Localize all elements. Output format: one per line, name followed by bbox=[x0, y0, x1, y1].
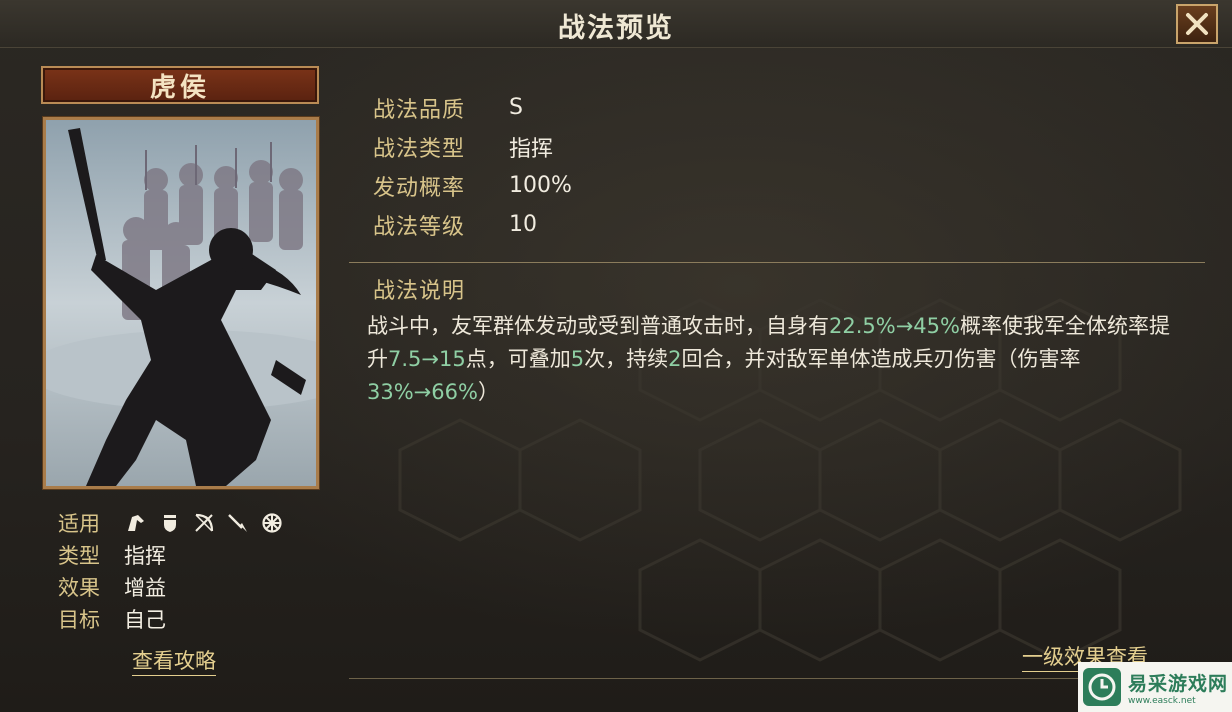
bottom-divider bbox=[349, 678, 1205, 679]
stat-row-quality: 战法品质 S bbox=[373, 88, 572, 127]
cavalry-icon bbox=[124, 511, 148, 535]
prop-key: 类型 bbox=[58, 544, 100, 568]
desc-highlight: 22.5%→45% bbox=[829, 314, 960, 338]
desc-highlight: 7.5→15 bbox=[388, 347, 466, 371]
skill-name: 虎侯 bbox=[149, 72, 210, 103]
close-icon bbox=[1186, 13, 1208, 35]
skill-props: 适用 类型 指挥 效果 增益 目标 自己 bbox=[58, 507, 284, 635]
divider bbox=[349, 262, 1205, 263]
description-text: 战斗中，友军群体发动或受到普通攻击时，自身有22.5%→45%概率使我军全体统率… bbox=[367, 310, 1187, 409]
watermark-logo-icon bbox=[1083, 668, 1121, 706]
stat-value: S bbox=[509, 95, 523, 120]
spear-icon bbox=[226, 511, 250, 535]
prop-key: 目标 bbox=[58, 608, 100, 632]
shield-icon bbox=[158, 511, 182, 535]
stat-value: 指挥 bbox=[509, 136, 554, 162]
prop-value: 自己 bbox=[124, 608, 166, 632]
prop-row-applicable: 适用 bbox=[58, 507, 284, 539]
applicable-icons bbox=[124, 511, 284, 535]
skill-name-plate: 虎侯 bbox=[41, 66, 319, 104]
desc-part: 回合，并对敌军单体造成兵刃伤害（伤害率 bbox=[681, 347, 1081, 371]
desc-highlight: 33%→66% bbox=[367, 380, 478, 404]
page-title: 战法预览 bbox=[558, 13, 674, 44]
stat-row-type: 战法类型 指挥 bbox=[373, 127, 572, 166]
desc-highlight: 2 bbox=[668, 347, 682, 371]
bow-icon bbox=[192, 511, 216, 535]
close-button[interactable] bbox=[1176, 4, 1218, 44]
prop-row-target: 目标 自己 bbox=[58, 603, 284, 635]
watermark-en: www.easck.net bbox=[1128, 695, 1196, 706]
prop-value: 指挥 bbox=[124, 544, 166, 568]
watermark-cn: 易采游戏网 bbox=[1128, 672, 1229, 695]
prop-key: 效果 bbox=[58, 576, 100, 600]
view-guide-link[interactable]: 查看攻略 bbox=[132, 645, 216, 676]
desc-part: ） bbox=[477, 380, 499, 404]
prop-value: 增益 bbox=[124, 576, 166, 600]
desc-part: 战斗中，友军群体发动或受到普通攻击时，自身有 bbox=[367, 314, 829, 338]
watermark: 易采游戏网 www.easck.net bbox=[1078, 662, 1232, 712]
title-bar: 战法预览 bbox=[0, 0, 1232, 48]
stat-row-level: 战法等级 10 bbox=[373, 205, 572, 244]
skill-stats: 战法品质 S 战法类型 指挥 发动概率 100% 战法等级 10 bbox=[373, 88, 572, 244]
desc-part: 点，可叠加 bbox=[465, 347, 571, 371]
stat-key: 战法品质 bbox=[373, 97, 466, 123]
desc-highlight: 5 bbox=[570, 347, 585, 371]
stat-row-chance: 发动概率 100% bbox=[373, 166, 572, 205]
wheel-icon bbox=[260, 511, 284, 535]
stat-key: 战法类型 bbox=[373, 136, 466, 162]
stat-key: 发动概率 bbox=[373, 175, 466, 201]
skill-card-art bbox=[43, 117, 319, 489]
prop-key: 适用 bbox=[58, 512, 100, 536]
prop-row-type: 类型 指挥 bbox=[58, 539, 284, 571]
stat-value: 100% bbox=[509, 173, 572, 198]
prop-row-effect: 效果 增益 bbox=[58, 571, 284, 603]
info-panel: 战法品质 S 战法类型 指挥 发动概率 100% 战法等级 10 战法说明 战斗… bbox=[349, 62, 1205, 680]
description-title: 战法说明 bbox=[373, 279, 466, 304]
desc-part: 次，持续 bbox=[584, 347, 669, 371]
stat-value: 10 bbox=[509, 212, 537, 237]
stat-key: 战法等级 bbox=[373, 214, 466, 240]
